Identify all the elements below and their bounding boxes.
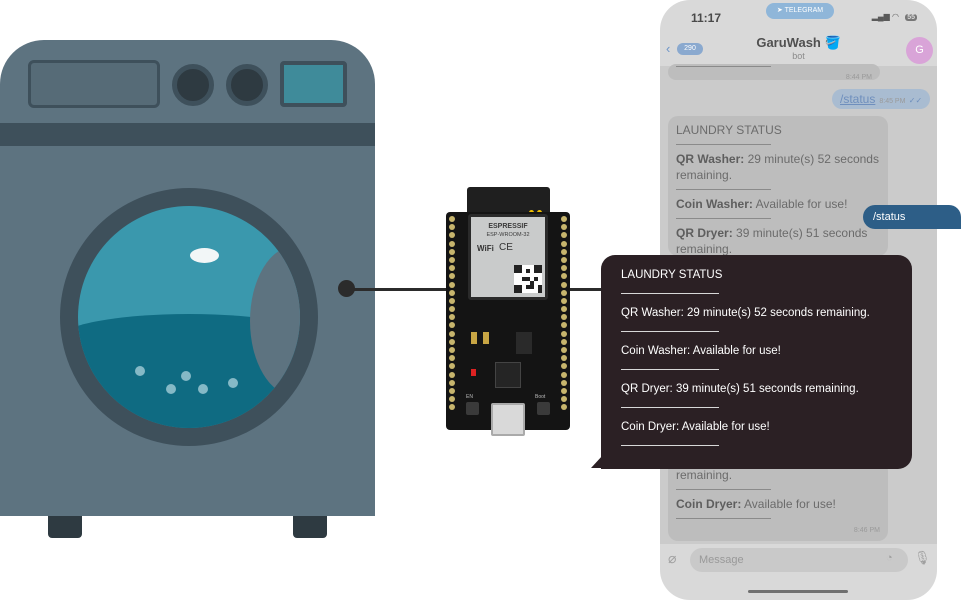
- paperclip-icon[interactable]: ⌀: [668, 550, 676, 567]
- chat-subtitle: bot: [792, 51, 805, 61]
- washer-glass-highlight: [190, 248, 219, 263]
- washer-screen: [280, 61, 347, 107]
- en-label: EN: [466, 394, 473, 400]
- washer-bubble: [135, 366, 145, 376]
- callout-line-text: Coin Washer: Available for use!: [621, 345, 781, 357]
- message-time: 8:46 PM: [853, 527, 880, 534]
- telegram-pill-label: TELEGRAM: [784, 7, 824, 14]
- separator: [676, 66, 771, 67]
- washer-bubble: [181, 371, 191, 381]
- separator: [621, 445, 719, 446]
- qr-code-icon: [514, 265, 542, 293]
- callout-line-text: Coin Dryer: Available for use!: [621, 421, 770, 433]
- washer-foot-left: [48, 516, 82, 538]
- status-icons: ▂▄▆ ◠ 55: [872, 12, 917, 21]
- separator: [621, 293, 719, 294]
- sticker-icon[interactable]: ◔: [886, 552, 893, 564]
- message-out-command[interactable]: /status: [840, 92, 875, 106]
- module-model: ESP-WROOM-32: [486, 232, 530, 238]
- message-line: QR Dryer: 39 minute(s) 51 seconds remain…: [676, 226, 868, 256]
- message-out-time: 8:45 PM: [879, 98, 906, 105]
- connector-dot: [338, 280, 355, 297]
- message-line: remaining.: [676, 468, 733, 482]
- capacitor: [471, 332, 477, 344]
- callout-line-text: QR Washer: 29 minute(s) 52 seconds remai…: [621, 307, 870, 319]
- washer-stripe: [0, 123, 375, 146]
- separator: [676, 489, 771, 490]
- message-out-status: /status 8:45 PM ✓✓: [832, 89, 931, 109]
- module-brand: ESPRESSIF: [488, 223, 528, 230]
- boot-label: Boot: [535, 394, 546, 400]
- callout-status-message: LAUNDRY STATUS QR Washer: 29 minute(s) 5…: [601, 255, 912, 469]
- washer-door: [60, 188, 318, 446]
- message-line: Coin Washer: Available for use!: [676, 197, 848, 211]
- message-top: 8:44 PM: [668, 64, 880, 81]
- washer-control-panel: [28, 60, 160, 108]
- separator: [621, 407, 719, 408]
- callout-title: LAUNDRY STATUS: [621, 269, 892, 307]
- separator: [621, 369, 719, 370]
- usb-serial-chip: [495, 362, 521, 388]
- power-led: [471, 369, 476, 376]
- washer-bubble: [198, 384, 208, 394]
- separator: [676, 189, 771, 190]
- message-status-bottom: remaining. Coin Dryer: Available for use…: [668, 461, 888, 541]
- telegram-plane-icon: ➤: [776, 7, 783, 14]
- washer-knob-right: [226, 64, 268, 106]
- washer-knob-left: [172, 64, 214, 106]
- callout-line: Coin Dryer: Available for use!: [621, 421, 892, 459]
- status-time: 11:17: [691, 11, 722, 25]
- chat-title-text: GaruWash: [756, 35, 821, 50]
- separator: [676, 218, 771, 219]
- separator: [676, 144, 771, 145]
- washer-foot-right: [293, 516, 327, 538]
- washer-door-glass: [78, 206, 300, 428]
- callout-command-bubble: /status: [863, 205, 961, 229]
- esp32-board: ESPRESSIF ESP-WROOM-32 WiFi CE EN Boot: [446, 212, 570, 430]
- ce-mark: CE: [499, 242, 513, 253]
- separator: [621, 331, 719, 332]
- callout-line-text: QR Dryer: 39 minute(s) 51 seconds remain…: [621, 383, 859, 395]
- message-input[interactable]: Message: [690, 548, 908, 572]
- en-button: [466, 402, 479, 415]
- double-check-icon: ✓✓: [908, 96, 923, 105]
- voltage-regulator: [516, 332, 532, 354]
- avatar[interactable]: G: [906, 37, 933, 64]
- boot-button: [537, 402, 550, 415]
- battery-icon: 55: [905, 14, 917, 21]
- home-indicator: [748, 590, 848, 593]
- callout-title-text: LAUNDRY STATUS: [621, 269, 723, 281]
- chat-title: GaruWash 🪣: [660, 35, 937, 51]
- bucket-icon: 🪣: [824, 35, 841, 50]
- separator: [676, 518, 771, 519]
- washer-bubble: [166, 384, 176, 394]
- micro-usb-port: [491, 403, 525, 436]
- message-status-top: LAUNDRY STATUS QR Washer: 29 minute(s) 5…: [668, 116, 888, 256]
- callout-line: QR Dryer: 39 minute(s) 51 seconds remain…: [621, 383, 892, 421]
- esp32-module: ESPRESSIF ESP-WROOM-32 WiFi CE: [468, 214, 548, 300]
- telegram-pill[interactable]: ➤ TELEGRAM: [766, 3, 834, 19]
- washing-machine: [0, 40, 375, 516]
- left-pin-header: [448, 216, 456, 413]
- message-time: 8:44 PM: [845, 74, 872, 81]
- message-status-title: LAUNDRY STATUS: [676, 123, 782, 137]
- message-line: QR Washer: 29 minute(s) 52 seconds remai…: [676, 152, 879, 182]
- capacitor: [483, 332, 489, 344]
- wifi-logo: WiFi: [477, 244, 494, 253]
- signal-icon: ▂▄▆: [871, 12, 890, 21]
- message-line: Coin Dryer: Available for use!: [676, 497, 836, 511]
- microphone-icon[interactable]: 🎙: [914, 550, 931, 566]
- washer-bubble: [228, 378, 238, 388]
- callout-line: QR Washer: 29 minute(s) 52 seconds remai…: [621, 307, 892, 345]
- wifi-icon: ◠: [891, 12, 899, 21]
- right-pin-header: [560, 216, 568, 413]
- callout-line: Coin Washer: Available for use!: [621, 345, 892, 383]
